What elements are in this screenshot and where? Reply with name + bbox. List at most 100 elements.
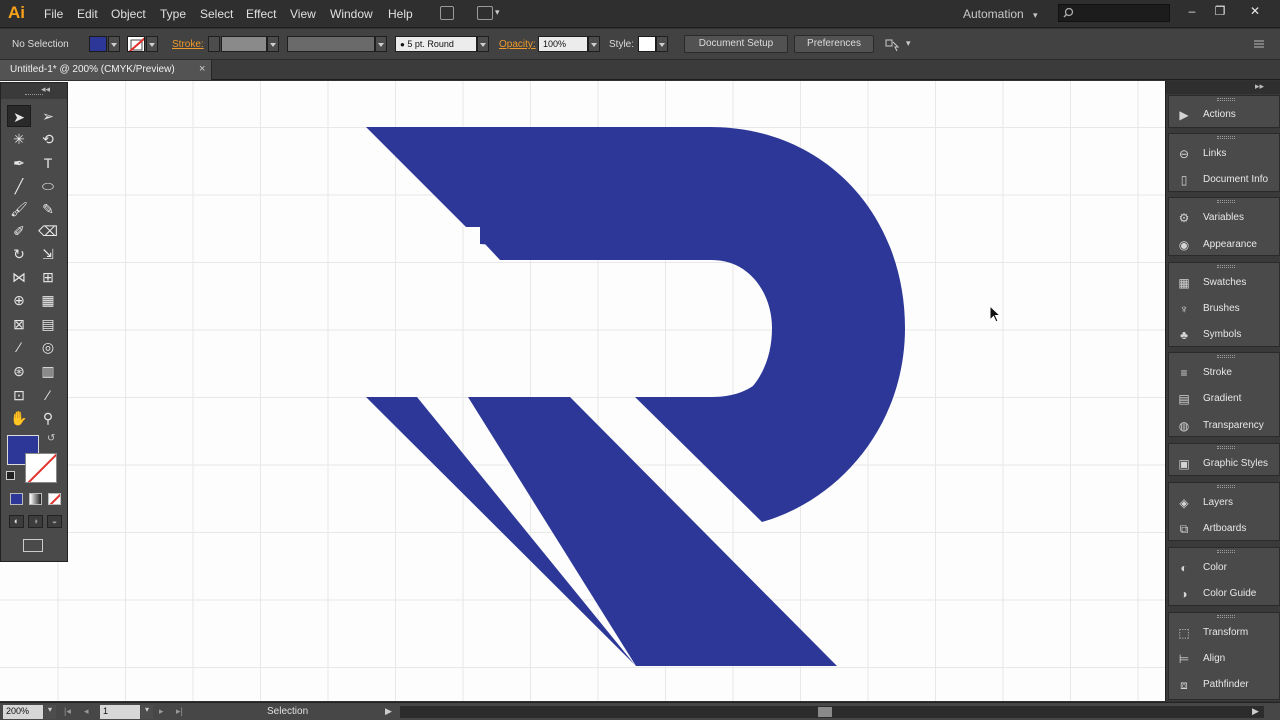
menu-select[interactable]: Select: [200, 7, 233, 21]
ellipse-tool-icon[interactable]: ⬭: [36, 175, 60, 197]
status-menu-icon[interactable]: ▶: [385, 706, 392, 717]
zoom-dropdown-icon[interactable]: ▾: [44, 705, 56, 719]
artboard-number-input[interactable]: 1: [100, 705, 140, 719]
perspective-grid-tool-icon[interactable]: ▦: [36, 289, 60, 311]
help-search-input[interactable]: [1058, 4, 1170, 22]
close-button[interactable]: ✕: [1244, 4, 1266, 18]
swap-fill-stroke-icon[interactable]: ↺: [47, 433, 55, 444]
blend-tool-icon[interactable]: ◎: [36, 336, 60, 358]
panel-item-stroke[interactable]: ≡ Stroke: [1169, 361, 1279, 385]
panel-grip-icon[interactable]: [1217, 200, 1235, 203]
menu-help[interactable]: Help: [388, 7, 413, 21]
artboard-dropdown-icon[interactable]: ▾: [141, 705, 153, 719]
color-mode-icon[interactable]: [10, 493, 23, 505]
stroke-weight-input[interactable]: [221, 36, 267, 52]
panel-item-variables[interactable]: ⚙ Variables: [1169, 206, 1279, 230]
document-tab-close-icon[interactable]: ×: [199, 63, 205, 75]
fill-color-swatch[interactable]: [89, 36, 107, 52]
first-artboard-icon[interactable]: |◂: [64, 706, 71, 717]
panel-item-color[interactable]: ◐ Color: [1169, 556, 1279, 580]
panel-item-artboards[interactable]: ⧉ Artboards: [1169, 517, 1279, 541]
brush-definition[interactable]: ● 5 pt. Round: [395, 36, 477, 52]
arrange-documents-icon[interactable]: [477, 6, 493, 20]
symbol-sprayer-tool-icon[interactable]: ⊛: [7, 360, 31, 382]
previous-artboard-icon[interactable]: ◂: [84, 706, 89, 717]
rotate-tool-icon[interactable]: ↻: [7, 243, 31, 265]
panel-item-brushes[interactable]: ♆ Brushes: [1169, 297, 1279, 321]
panel-grip-icon[interactable]: [1217, 98, 1235, 101]
graphic-style-dropdown[interactable]: [656, 36, 668, 52]
expand-panels-icon[interactable]: ▸▸: [1255, 81, 1264, 92]
panel-grip-icon[interactable]: [1217, 136, 1235, 139]
stroke-label[interactable]: Stroke:: [172, 39, 204, 50]
stroke-color-swatch[interactable]: [127, 36, 145, 52]
horizontal-scrollbar[interactable]: [400, 706, 1264, 718]
menu-window[interactable]: Window: [330, 7, 373, 21]
bridge-icon[interactable]: [440, 6, 454, 20]
free-transform-tool-icon[interactable]: ⊞: [36, 266, 60, 288]
menu-view[interactable]: View: [290, 7, 316, 21]
draw-normal-icon[interactable]: ◐: [9, 515, 24, 528]
panel-grip-icon[interactable]: [1217, 265, 1235, 268]
zoom-level-input[interactable]: 200%: [3, 705, 43, 719]
panel-item-gradient[interactable]: ▤ Gradient: [1169, 387, 1279, 411]
panel-item-appearance[interactable]: ◉ Appearance: [1169, 233, 1279, 257]
scrollbar-thumb[interactable]: [818, 707, 832, 717]
panel-item-transparency[interactable]: ◍ Transparency: [1169, 414, 1279, 438]
panel-item-pathfinder[interactable]: ⧈ Pathfinder: [1169, 673, 1279, 697]
panel-grip-icon[interactable]: [1217, 615, 1235, 618]
line-segment-tool-icon[interactable]: ╱: [7, 175, 31, 197]
lasso-tool-icon[interactable]: ⟲: [36, 128, 60, 150]
paintbrush-tool-icon[interactable]: 🖌: [7, 198, 31, 220]
panel-item-links[interactable]: ⊖ Links: [1169, 142, 1279, 166]
r-inner-stripe[interactable]: [485, 244, 802, 413]
scale-tool-icon[interactable]: ⇲: [36, 243, 60, 265]
blob-brush-tool-icon[interactable]: ✐: [7, 220, 31, 242]
hand-tool-icon[interactable]: ✋: [7, 407, 31, 429]
panel-item-align[interactable]: ⊨ Align: [1169, 647, 1279, 671]
draw-inside-icon[interactable]: ◒: [47, 515, 62, 528]
magic-wand-tool-icon[interactable]: ✳: [7, 128, 31, 150]
none-mode-icon[interactable]: [48, 493, 61, 505]
eraser-tool-icon[interactable]: ⌫: [36, 220, 60, 242]
pen-tool-icon[interactable]: ✒: [7, 152, 31, 174]
opacity-label[interactable]: Opacity:: [499, 39, 536, 50]
next-artboard-icon[interactable]: ▸: [159, 706, 164, 717]
width-profile-dropdown[interactable]: [375, 36, 387, 52]
gradient-tool-icon[interactable]: ▤: [36, 313, 60, 335]
workspace-switcher[interactable]: Automation ▾: [963, 7, 1038, 21]
panel-item-swatches[interactable]: ▦ Swatches: [1169, 271, 1279, 295]
type-tool-icon[interactable]: T: [36, 152, 60, 174]
zoom-tool-icon[interactable]: ⚲: [36, 407, 60, 429]
scroll-right-icon[interactable]: ▶: [1252, 706, 1259, 717]
panel-grip-icon[interactable]: [1217, 355, 1235, 358]
variable-width-profile[interactable]: [287, 36, 375, 52]
stroke-weight-dropdown[interactable]: [267, 36, 279, 52]
panel-grip-icon[interactable]: [1217, 446, 1235, 449]
tools-panel-header[interactable]: ◂◂: [1, 83, 67, 99]
panel-item-color-guide[interactable]: ◑ Color Guide: [1169, 582, 1279, 606]
change-screen-mode-icon[interactable]: [23, 539, 43, 552]
panel-grip-icon[interactable]: [1217, 485, 1235, 488]
document-tab[interactable]: Untitled-1* @ 200% (CMYK/Preview) ×: [0, 60, 212, 80]
document-setup-button[interactable]: Document Setup: [684, 35, 788, 53]
draw-behind-icon[interactable]: ◑: [28, 515, 43, 528]
stroke-swatch[interactable]: [25, 453, 57, 483]
preferences-button[interactable]: Preferences: [794, 35, 874, 53]
pencil-tool-icon[interactable]: ✎: [36, 198, 60, 220]
menu-effect[interactable]: Effect: [246, 7, 276, 21]
panel-item-document-info[interactable]: ▯ Document Info: [1169, 168, 1279, 192]
panel-item-actions[interactable]: ▶ Actions: [1169, 103, 1279, 127]
stroke-dropdown[interactable]: [146, 36, 158, 52]
selection-tool-icon[interactable]: ➤: [7, 105, 31, 127]
panel-item-symbols[interactable]: ♣ Symbols: [1169, 323, 1279, 347]
gradient-mode-icon[interactable]: [29, 493, 42, 505]
panel-item-transform[interactable]: ⬚ Transform: [1169, 621, 1279, 645]
panel-grip-icon[interactable]: [1217, 550, 1235, 553]
shape-builder-tool-icon[interactable]: ⊕: [7, 289, 31, 311]
eyedropper-tool-icon[interactable]: ⁄: [7, 336, 31, 358]
select-similar-icon[interactable]: [885, 38, 901, 52]
artboard-canvas[interactable]: [0, 81, 1165, 701]
menu-type[interactable]: Type: [160, 7, 186, 21]
panel-dock-header[interactable]: ▸▸: [1166, 81, 1280, 94]
